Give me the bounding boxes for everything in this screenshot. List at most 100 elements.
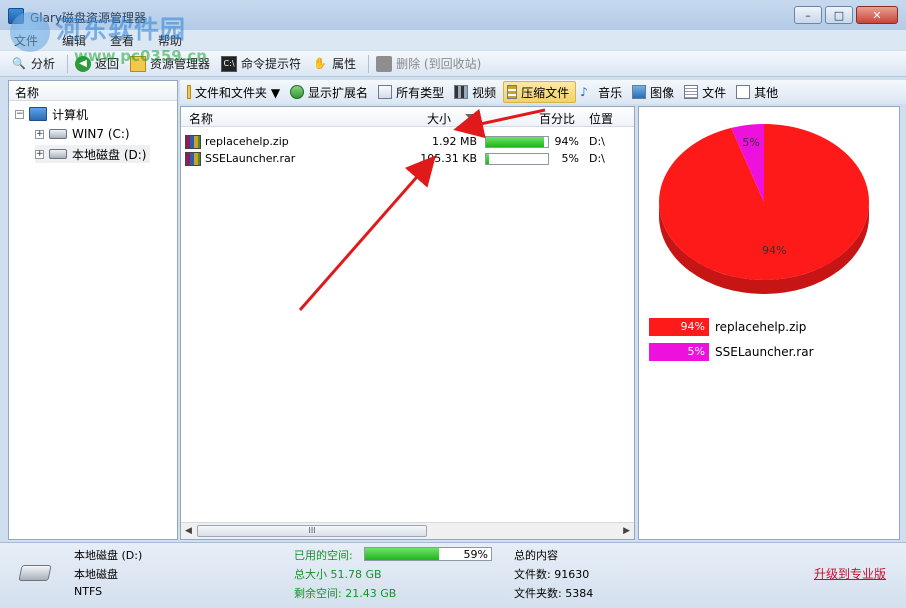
picture-icon bbox=[632, 85, 647, 99]
properties-button[interactable]: ✋ 属性 bbox=[309, 53, 362, 75]
archive-icon bbox=[185, 152, 201, 166]
close-button[interactable]: ✕ bbox=[856, 6, 898, 24]
explorer-icon bbox=[130, 55, 147, 72]
toolbar-separator bbox=[67, 54, 69, 73]
analyze-label: 分析 bbox=[31, 57, 56, 71]
other-button[interactable]: 其他 bbox=[733, 81, 784, 103]
minimize-button[interactable]: – bbox=[794, 6, 822, 24]
file-location: D:\ bbox=[589, 135, 605, 148]
file-row[interactable]: replacehelp.zip 1.92 MB 94% D:\ bbox=[185, 134, 633, 150]
computer-icon bbox=[29, 107, 47, 121]
percent-bar-fill bbox=[486, 137, 545, 147]
tree-node-computer[interactable]: − 计算机 bbox=[15, 105, 88, 123]
all-types-icon bbox=[378, 85, 393, 99]
music-label: 音乐 bbox=[598, 85, 623, 100]
files-and-folders-dropdown[interactable]: 文件和文件夹 ▼ bbox=[184, 81, 286, 103]
status-bar: 本地磁盘 (D:) 本地磁盘 NTFS 已用的空间: 59% 总大小 51.78… bbox=[0, 542, 906, 608]
folder-tree-panel: 名称 − 计算机 + WIN7 (C:) + 本地磁盘 (D:) bbox=[8, 80, 178, 540]
expand-icon[interactable]: + bbox=[35, 149, 44, 159]
image-button[interactable]: 图像 bbox=[629, 81, 680, 103]
explorer-button[interactable]: 资源管理器 bbox=[127, 53, 216, 75]
file-row[interactable]: SSELauncher.rar 105.31 KB 5% D:\ bbox=[185, 151, 633, 167]
show-extension-button[interactable]: 显示扩展名 bbox=[287, 81, 374, 103]
used-space-percent: 59% bbox=[463, 548, 488, 561]
total-size: 总大小 51.78 GB bbox=[294, 568, 382, 581]
cmd-button[interactable]: C:\ 命令提示符 bbox=[218, 53, 307, 75]
trash-icon bbox=[376, 55, 393, 72]
main-toolbar: 🔍 分析 ◀ 返回 资源管理器 C:\ 命令提示符 ✋ 属性 删除 (到回收站) bbox=[0, 51, 906, 77]
video-button[interactable]: 视频 bbox=[451, 81, 502, 103]
menu-help[interactable]: 帮助 bbox=[158, 32, 182, 49]
blank-file-icon bbox=[736, 85, 751, 99]
film-icon bbox=[454, 85, 469, 99]
tree-header: 名称 bbox=[9, 81, 177, 101]
column-location[interactable]: 位置 bbox=[589, 110, 613, 127]
used-space-fill bbox=[365, 548, 440, 560]
analyze-button[interactable]: 🔍 分析 bbox=[8, 53, 61, 75]
upgrade-link[interactable]: 升级到专业版 bbox=[814, 565, 886, 582]
legend-swatch: 5% bbox=[649, 343, 709, 361]
file-location: D:\ bbox=[589, 152, 605, 165]
explorer-label: 资源管理器 bbox=[150, 57, 211, 71]
sort-descending-icon bbox=[465, 114, 477, 120]
horizontal-scrollbar[interactable]: ◀ III ▶ bbox=[181, 522, 634, 539]
expand-icon[interactable]: + bbox=[35, 129, 44, 139]
tree-node-c-drive[interactable]: + WIN7 (C:) bbox=[35, 125, 130, 143]
scroll-thumb[interactable]: III bbox=[197, 525, 427, 537]
free-space: 剩余空间: 21.43 GB bbox=[294, 587, 397, 600]
tree-label-computer: 计算机 bbox=[52, 107, 89, 122]
scroll-right-icon[interactable]: ▶ bbox=[623, 526, 630, 536]
menu-view[interactable]: 查看 bbox=[110, 32, 134, 49]
hand-icon: ✋ bbox=[313, 57, 327, 70]
maximize-button[interactable]: □ bbox=[825, 6, 853, 24]
tree-node-d-drive[interactable]: + 本地磁盘 (D:) bbox=[35, 145, 151, 163]
all-types-button[interactable]: 所有类型 bbox=[375, 81, 450, 103]
document-label: 文件 bbox=[702, 85, 727, 100]
archive-icon bbox=[185, 135, 201, 149]
pie-chart-panel: 94% 5% 94% replacehelp.zip 5% SSELauncher… bbox=[638, 106, 900, 540]
extension-icon bbox=[290, 85, 305, 99]
show-extension-label: 显示扩展名 bbox=[308, 85, 369, 100]
file-name: SSELauncher.rar bbox=[205, 152, 296, 165]
file-percent: 94% bbox=[554, 135, 579, 148]
menu-edit[interactable]: 编辑 bbox=[62, 32, 86, 49]
back-arrow-icon: ◀ bbox=[75, 55, 92, 72]
zipper-icon bbox=[507, 85, 518, 99]
legend-label: replacehelp.zip bbox=[715, 320, 807, 334]
back-button[interactable]: ◀ 返回 bbox=[72, 53, 125, 75]
back-label: 返回 bbox=[95, 57, 120, 71]
percent-bar-fill bbox=[486, 154, 490, 164]
file-list-header: 名称 大小 百分比 位置 bbox=[181, 107, 634, 127]
column-percent[interactable]: 百分比 bbox=[539, 110, 575, 127]
collapse-icon[interactable]: − bbox=[15, 109, 24, 119]
file-size: 1.92 MB bbox=[431, 135, 477, 148]
pie-chart: 94% 5% bbox=[659, 124, 869, 294]
status-drive-name: 本地磁盘 (D:) bbox=[74, 549, 143, 562]
magnifier-icon: 🔍 bbox=[12, 57, 26, 70]
delete-label: 删除 (到回收站) bbox=[396, 57, 482, 71]
drive-icon bbox=[49, 149, 67, 159]
compressed-button[interactable]: 压缩文件 bbox=[503, 81, 577, 103]
contents-label: 总的内容 bbox=[514, 549, 558, 562]
app-icon bbox=[8, 8, 24, 24]
terminal-icon: C:\ bbox=[221, 55, 238, 72]
file-list-panel: 名称 大小 百分比 位置 replacehelp.zip 1.92 MB 94%… bbox=[180, 106, 635, 540]
music-note-icon: ♪ bbox=[580, 85, 588, 99]
filter-toolbar: 文件和文件夹 ▼ 显示扩展名 所有类型 视频 压缩文件 ♪ 音乐 图像 文件 其… bbox=[180, 80, 906, 104]
properties-label: 属性 bbox=[332, 57, 357, 71]
delete-button[interactable]: 删除 (到回收站) bbox=[373, 53, 487, 75]
file-percent: 5% bbox=[561, 152, 579, 165]
video-label: 视频 bbox=[472, 85, 497, 100]
column-name[interactable]: 名称 bbox=[189, 110, 213, 127]
document-button[interactable]: 文件 bbox=[681, 81, 732, 103]
scroll-left-icon[interactable]: ◀ bbox=[185, 526, 192, 536]
legend-swatch: 94% bbox=[649, 318, 709, 336]
toolbar-separator bbox=[368, 54, 370, 73]
drive-icon bbox=[49, 129, 67, 139]
window-title: Glary磁盘资源管理器 bbox=[30, 11, 147, 25]
column-size[interactable]: 大小 bbox=[427, 110, 451, 127]
music-button[interactable]: ♪ 音乐 bbox=[577, 81, 628, 103]
file-name: replacehelp.zip bbox=[205, 135, 289, 148]
menu-file[interactable]: 文件 bbox=[14, 32, 38, 49]
status-drive-label: 本地磁盘 bbox=[74, 568, 118, 581]
